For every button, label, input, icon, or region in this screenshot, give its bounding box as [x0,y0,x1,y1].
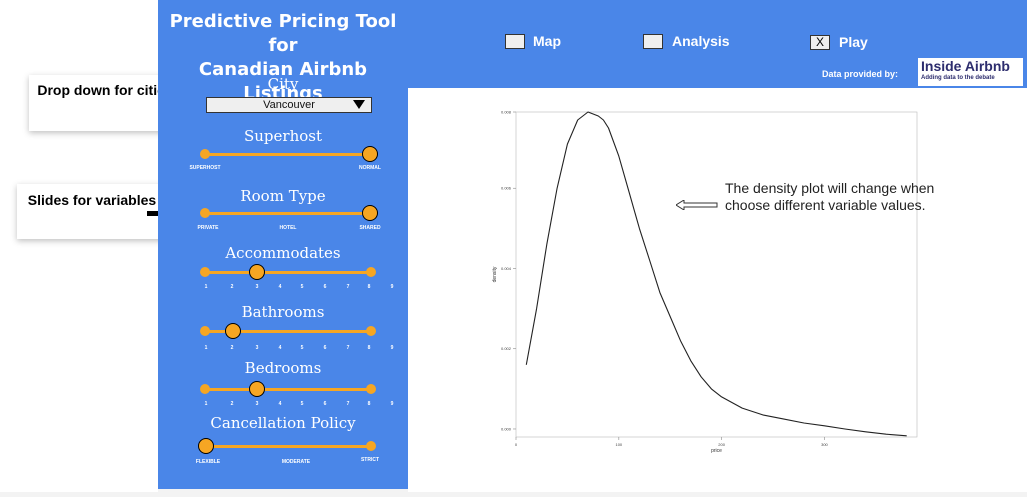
page-margin [0,0,158,492]
bathrooms-tick: 1 [204,345,208,351]
callout-variables: Slides for variables [17,184,167,239]
nav-analysis-label[interactable]: Analysis [672,33,730,49]
cancellation-slider-knob[interactable] [198,438,214,454]
cancellation-label: Cancellation Policy [210,414,356,432]
bedrooms-label: Bedrooms [244,359,322,377]
logo-main-text: Inside Airbnb [921,58,1010,74]
accommodates-tick: 2 [230,284,234,290]
arrow-left-icon [676,200,718,210]
cancellation-tick: MODERATE [281,459,311,465]
bedrooms-tick: 4 [278,401,282,407]
x-tick-label: 200 [718,442,725,447]
play-checkbox[interactable]: X [810,35,830,50]
bedrooms-tick: 5 [300,401,304,407]
accommodates-tick: 3 [255,284,259,290]
accommodates-tick: 6 [323,284,327,290]
x-axis-label: price [711,448,722,454]
bedrooms-tick: 9 [390,401,394,407]
nav-map-label[interactable]: Map [533,33,561,49]
bathrooms-tick: 4 [278,345,282,351]
bathrooms-slider-knob[interactable] [225,323,241,339]
x-tick-label: 300 [821,442,828,447]
bedrooms-tick: 8 [367,401,371,407]
plot-panel: 0.000 0.002 0.004 0.006 0.008 0 100 200 300 price… [408,88,1027,492]
density-line [525,111,907,437]
bathrooms-tick: 5 [300,345,304,351]
bathrooms-tick: 7 [346,345,350,351]
room-type-tick: HOTEL [279,225,297,231]
accommodates-tick: 4 [278,284,282,290]
y-tick-label: 0.008 [501,110,512,115]
bathrooms-label: Bathrooms [241,303,325,321]
sidebar-panel: Predictive Pricing Tool for Canadian Air… [158,0,408,489]
y-tick-label: 0.004 [501,266,512,271]
accommodates-tick: 5 [300,284,304,290]
bedrooms-tick: 2 [230,401,234,407]
room-type-tick: SHARED [359,225,381,231]
data-provided-by: Data provided by: [822,69,899,79]
superhost-label: Superhost [243,127,322,145]
accommodates-slider-track[interactable] [205,271,370,274]
chevron-down-icon[interactable] [353,100,365,109]
cancellation-slider-dot[interactable] [366,441,376,451]
inside-airbnb-logo[interactable]: Inside Airbnb Adding data to the debate [918,58,1023,86]
superhost-slider-knob[interactable] [362,146,378,162]
bathrooms-slider-dot[interactable] [200,326,210,336]
room-type-slider-dot[interactable] [200,208,210,218]
city-dropdown[interactable]: Vancouver [206,97,372,113]
accommodates-tick: 1 [204,284,208,290]
bathrooms-tick: 6 [323,345,327,351]
room-type-label: Room Type [240,187,326,205]
y-tick-label: 0.002 [501,346,512,351]
bedrooms-tick: 7 [346,401,350,407]
cancellation-tick: STRICT [360,457,380,463]
accommodates-tick: 7 [346,284,350,290]
bedrooms-tick: 3 [255,401,259,407]
city-label: City [267,75,299,93]
y-axis-label: density [492,266,498,282]
cancellation-slider-track[interactable] [205,445,370,448]
bathrooms-tick: 9 [390,345,394,351]
accommodates-tick: 8 [367,284,371,290]
room-type-tick: PRIVATE [197,225,219,231]
x-tick-label: 0 [515,442,518,447]
logo-sub-text: Adding data to the debate [921,75,995,81]
cancellation-tick: FLEXIBLE [195,459,221,465]
superhost-tick: NORMAL [359,165,381,171]
room-type-slider-knob[interactable] [362,205,378,221]
play-check-mark: X [815,35,824,49]
accommodates-label: Accommodates [225,244,341,262]
density-chart: 0.000 0.002 0.004 0.006 0.008 0 100 200 300 price… [492,110,918,454]
accommodates-slider-knob[interactable] [249,264,265,280]
bathrooms-tick: 2 [230,345,234,351]
superhost-tick: SUPERHOST [189,165,221,171]
map-checkbox[interactable] [505,34,525,49]
bedrooms-tick: 1 [204,401,208,407]
nav-play-label[interactable]: Play [839,34,868,50]
y-tick-label: 0.006 [501,186,512,191]
callout-variables-text: Slides for variables [27,192,157,208]
bathrooms-tick: 8 [367,345,371,351]
plot-frame [515,111,918,438]
accommodates-tick: 9 [390,284,394,290]
accommodates-slider-dot[interactable] [200,267,210,277]
bedrooms-slider-dot[interactable] [200,384,210,394]
bedrooms-slider-track[interactable] [205,388,370,391]
x-tick-label: 100 [615,442,622,447]
analysis-checkbox[interactable] [643,34,663,49]
bathrooms-slider-dot[interactable] [366,326,376,336]
room-type-slider-track[interactable] [205,212,370,215]
callout-cities-text: Drop down for cities [37,82,173,98]
accommodates-slider-dot[interactable] [366,267,376,277]
bedrooms-slider-dot[interactable] [366,384,376,394]
app-title-line1: Predictive Pricing Tool for [169,11,397,56]
city-dropdown-value: Vancouver [263,99,315,111]
annotation-text: The density plot will change when choose… [725,180,935,213]
bedrooms-tick: 6 [323,401,327,407]
bathrooms-tick: 3 [255,345,259,351]
superhost-slider-dot[interactable] [200,149,210,159]
y-tick-label: 0.000 [501,426,512,431]
superhost-slider-track[interactable] [205,153,370,156]
bedrooms-slider-knob[interactable] [249,381,265,397]
